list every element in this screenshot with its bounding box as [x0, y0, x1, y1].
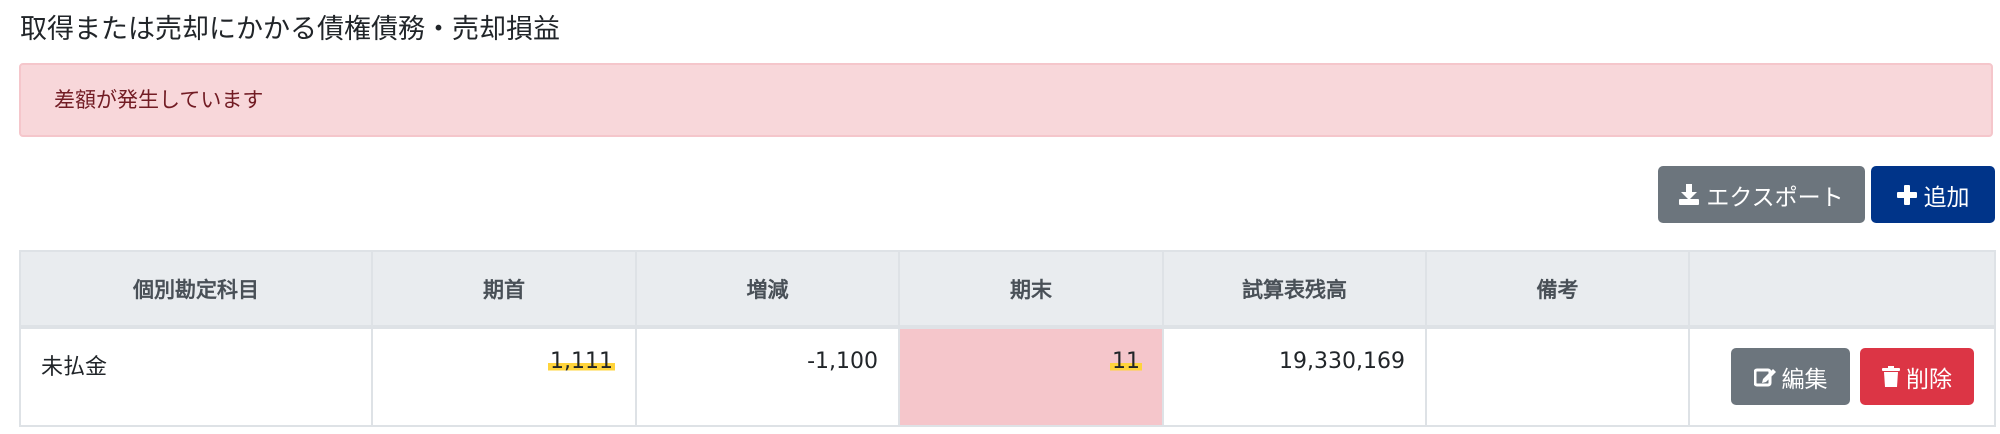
cell-trial-balance: 19,330,169: [1162, 326, 1427, 427]
header-trial-balance: 試算表残高: [1162, 250, 1427, 329]
cell-account: 未払金: [19, 326, 373, 427]
edit-label: 編集: [1781, 366, 1828, 393]
edit-button[interactable]: 編集: [1731, 348, 1850, 405]
header-account: 個別勘定科目: [19, 250, 373, 329]
delete-label: 削除: [1906, 366, 1952, 393]
cell-closing: 11: [898, 326, 1164, 427]
alert-message: 差額が発生しています: [54, 88, 264, 112]
table-header-row: 個別勘定科目 期首 増減 期末 試算表残高 備考: [19, 250, 1996, 329]
export-button[interactable]: エクスポート: [1658, 166, 1865, 223]
add-button[interactable]: 追加: [1871, 166, 1995, 223]
page-title: 取得または売却にかかる債権債務・売却損益: [20, 14, 560, 45]
trash-icon: [1882, 366, 1900, 387]
cell-opening: 1,111: [371, 326, 637, 427]
add-label: 追加: [1923, 184, 1970, 211]
edit-icon: [1753, 367, 1776, 387]
header-opening: 期首: [371, 250, 637, 329]
download-icon: [1679, 184, 1700, 205]
header-actions: [1688, 250, 1996, 329]
plus-icon: [1896, 184, 1917, 205]
header-closing: 期末: [898, 250, 1164, 329]
table-row: 未払金 1,111 -1,100 11 19,330,169 編集 削除: [19, 326, 1996, 427]
cell-actions: 編集 削除: [1688, 326, 1996, 427]
opening-value: 1,111: [548, 349, 615, 374]
header-note: 備考: [1425, 250, 1690, 329]
header-change: 増減: [635, 250, 900, 329]
cell-note: [1425, 326, 1690, 427]
export-label: エクスポート: [1706, 184, 1844, 211]
difference-alert: 差額が発生しています: [19, 63, 1993, 137]
closing-value: 11: [1110, 349, 1142, 374]
balance-table: 個別勘定科目 期首 増減 期末 試算表残高 備考 未払金 1,111 -1,10…: [19, 250, 1996, 427]
cell-change: -1,100: [635, 326, 900, 427]
delete-button[interactable]: 削除: [1860, 348, 1974, 405]
